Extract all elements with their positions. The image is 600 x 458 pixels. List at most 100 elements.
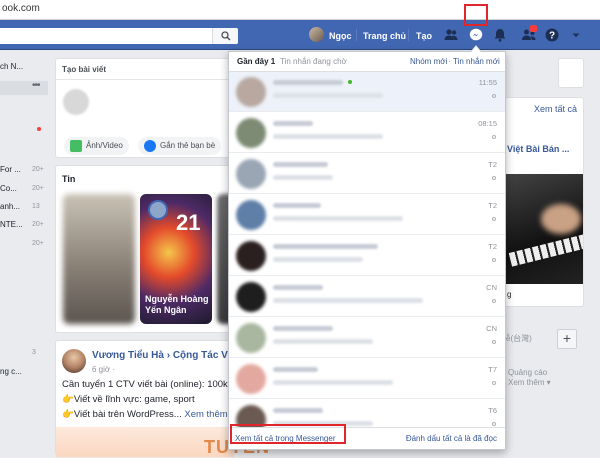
conversation-snippet <box>273 298 423 303</box>
create-link[interactable]: Tạo <box>416 31 432 41</box>
conversation-name <box>273 326 333 331</box>
conversation-avatar <box>236 159 266 189</box>
notifications-icon[interactable] <box>492 27 508 43</box>
search-button[interactable] <box>212 28 238 44</box>
home-link[interactable]: Trang chủ <box>363 31 406 41</box>
messenger-icon[interactable] <box>468 27 484 43</box>
conversation-name <box>273 408 323 413</box>
conversation-avatar <box>236 118 266 148</box>
tag-friends-label: Gắn thẻ bạn bè <box>160 141 216 150</box>
new-group-link[interactable]: Nhóm mới <box>410 57 447 66</box>
browser-address-bar[interactable]: ook.com <box>0 0 600 20</box>
suggested-page-title[interactable]: Việt Bài Bán ... <box>507 144 569 154</box>
conversation-avatar <box>236 241 266 271</box>
post-author-avatar[interactable] <box>62 349 86 373</box>
create-post-card: Tạo bài viết Ảnh/Video Gắn thẻ bạn bè <box>55 58 235 158</box>
messenger-dropdown-header: Gần đây 1 Tin nhắn đang chờ Nhóm mới · T… <box>229 52 505 72</box>
right-suggestion-card: Xem tất cả Việt Bài Bán ... g <box>500 97 584 307</box>
suggested-page-caption: g <box>507 290 512 299</box>
ads-link[interactable]: Quảng cáo <box>508 368 547 377</box>
conversation-snippet <box>273 93 383 98</box>
conversation-name <box>273 80 343 85</box>
seen-status-icon <box>492 135 496 139</box>
post-timestamp[interactable]: 6 giờ · <box>92 365 115 374</box>
seen-status-icon <box>492 299 496 303</box>
nav-divider <box>408 29 409 41</box>
seen-status-icon <box>492 340 496 344</box>
conversation-item[interactable]: T2 <box>229 154 505 194</box>
seen-status-icon <box>492 176 496 180</box>
sidebar-item-count: 20+ <box>32 166 44 173</box>
seen-status-icon <box>492 381 496 385</box>
sidebar-item[interactable]: For ... <box>0 165 21 174</box>
conversation-name <box>273 162 328 167</box>
conversation-item[interactable]: 08:15 <box>229 113 505 153</box>
sidebar-item-count: 3 <box>32 349 36 356</box>
sidebar-item-count: 20+ <box>32 221 44 228</box>
nav-divider <box>356 29 357 41</box>
story-card[interactable] <box>63 194 135 324</box>
notification-badge <box>530 25 537 32</box>
search-input[interactable] <box>0 28 238 44</box>
sidebar-item-selected[interactable] <box>0 81 48 95</box>
separator: · <box>448 57 451 66</box>
sidebar-item[interactable]: NTE... <box>0 220 23 229</box>
language-option[interactable]: ễ(台灣) <box>506 333 532 344</box>
story-author-name: Nguyễn Hoàng Yến Ngân <box>145 294 209 315</box>
friend-requests-icon[interactable] <box>443 27 459 43</box>
see-all-link[interactable]: Xem tất cả <box>534 104 577 114</box>
conversation-item[interactable]: T7 <box>229 359 505 399</box>
sidebar-item[interactable]: ch N... <box>0 62 23 71</box>
dropdown-caret <box>470 45 482 52</box>
post-text-line: 👉Viết về lĩnh vực: game, sport <box>62 394 195 405</box>
conversation-item[interactable]: CN <box>229 277 505 317</box>
sidebar-item[interactable]: ng c... <box>0 367 22 376</box>
see-more-link[interactable]: Xem thêm <box>184 409 227 420</box>
right-top-card <box>558 58 584 88</box>
sidebar-item-count: 13 <box>32 203 40 210</box>
new-message-link[interactable]: Tin nhắn mới <box>453 57 500 66</box>
story-number: 21 <box>176 210 201 235</box>
more-options-icon[interactable]: ••• <box>32 80 40 91</box>
sidebar-item-count: 20+ <box>32 240 44 247</box>
conversation-item[interactable]: CN <box>229 318 505 358</box>
user-avatar <box>63 89 89 115</box>
conversation-time: 11:55 <box>478 78 497 87</box>
tab-recent[interactable]: Gần đây 1 <box>237 57 275 66</box>
profile-avatar[interactable] <box>309 27 324 42</box>
image-detail <box>508 231 583 267</box>
photo-video-button[interactable]: Ảnh/Video <box>64 137 129 155</box>
search-icon <box>221 31 231 41</box>
conversation-time: T2 <box>488 160 497 169</box>
conversation-avatar <box>236 364 266 394</box>
see-more-footer-link[interactable]: Xem thêm ▾ <box>508 378 551 387</box>
sidebar-item[interactable]: anh... <box>0 202 20 211</box>
conversation-item[interactable]: 11:55 <box>229 72 505 112</box>
sidebar-item[interactable]: Co... <box>0 184 17 193</box>
chevron-down-icon[interactable] <box>568 27 584 43</box>
tab-message-requests[interactable]: Tin nhắn đang chờ <box>280 57 347 66</box>
browser-url[interactable]: ook.com <box>2 3 40 14</box>
stories-card: Tin 21 Nguyễn Hoàng Yến Ngân <box>55 165 235 333</box>
post-image[interactable]: TUYỂN <box>56 427 269 457</box>
top-navigation-bar: Ngọc Trang chủ Tạo ? <box>0 20 600 50</box>
add-language-button[interactable]: + <box>557 329 577 349</box>
unread-dot <box>37 127 41 131</box>
conversation-item[interactable]: T2 <box>229 236 505 276</box>
tag-friends-button[interactable]: Gắn thẻ bạn bè <box>138 137 222 155</box>
suggested-page-image[interactable] <box>501 174 583 284</box>
story-card[interactable]: 21 Nguyễn Hoàng Yến Ngân <box>140 194 212 324</box>
post-author[interactable]: Vương Tiểu Hà › Cộng Tác Viê <box>92 350 236 361</box>
photo-video-label: Ảnh/Video <box>86 141 123 150</box>
mark-all-read-link[interactable]: Đánh dấu tất cả là đã đọc <box>406 434 497 443</box>
conversation-item[interactable]: T2 <box>229 195 505 235</box>
profile-link[interactable]: Ngọc <box>329 31 352 41</box>
conversation-time: T2 <box>488 242 497 251</box>
svg-text:?: ? <box>549 31 555 42</box>
conversation-snippet <box>273 175 333 180</box>
messenger-dropdown: Gần đây 1 Tin nhắn đang chờ Nhóm mới · T… <box>228 45 506 450</box>
post-text-line: 👉Viết bài trên WordPress... Xem thêm <box>62 409 228 420</box>
help-icon[interactable]: ? <box>544 27 560 43</box>
conversation-snippet <box>273 380 393 385</box>
conversation-name <box>273 285 323 290</box>
